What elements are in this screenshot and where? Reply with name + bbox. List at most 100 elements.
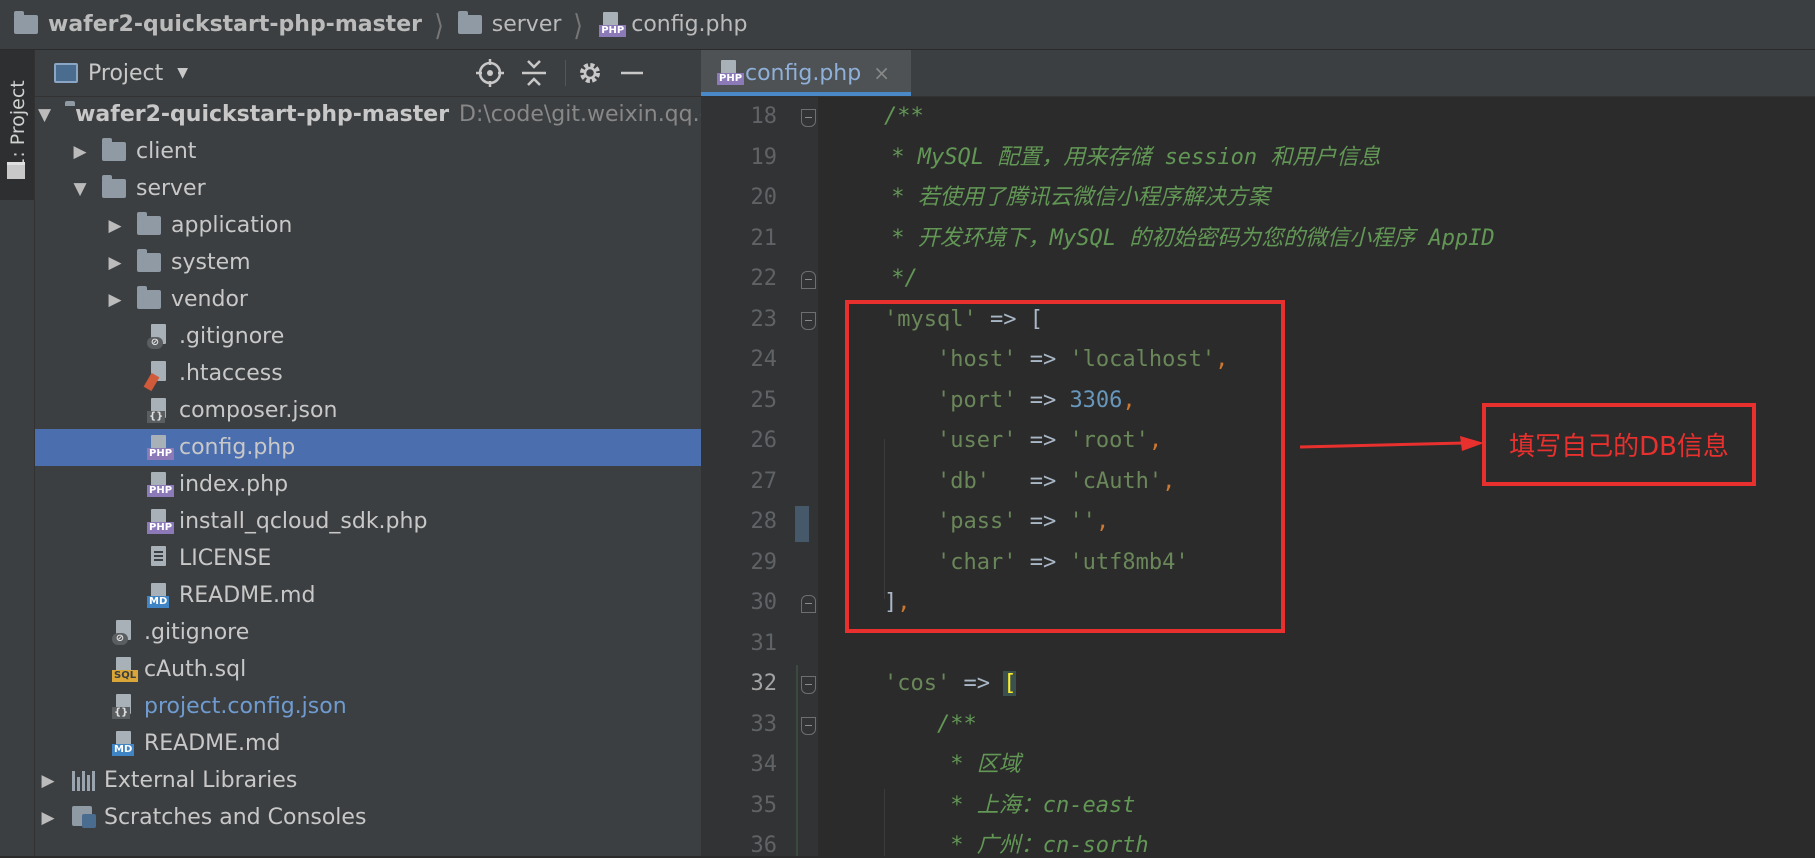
line-number: 23 — [750, 306, 778, 332]
highlight-box — [845, 300, 1285, 633]
tree-item-htaccess[interactable]: .htaccess — [35, 355, 701, 392]
tree-item-cauth-sql[interactable]: SQL cAuth.sql — [35, 651, 701, 688]
line-number: 22 — [750, 266, 778, 291]
tree-item-license[interactable]: LICENSE — [35, 540, 701, 577]
breadcrumb: wafer2-quickstart-php-master ❭ server ❭ … — [0, 0, 1815, 50]
htaccess-file-icon — [143, 360, 169, 391]
code-token: * 区域 — [884, 752, 1021, 777]
editor-tab-bar: PHP config.php × — [701, 50, 1815, 97]
callout-text: 填写自己的DB信息 — [1509, 432, 1729, 462]
breadcrumb-project[interactable]: wafer2-quickstart-php-master — [14, 0, 422, 49]
tool-window-strip: 1: Project — [0, 50, 35, 856]
chevron-right-icon[interactable]: ▶ — [105, 290, 125, 310]
chevron-right-icon[interactable]: ▶ — [38, 771, 58, 791]
line-number: 25 — [750, 387, 778, 413]
project-panel: Project ▼ ▼ wafer2-quickstart-php-master… — [35, 50, 712, 856]
line-number: 26 — [750, 428, 778, 453]
fold-marker-icon[interactable] — [801, 311, 816, 330]
breadcrumb-folder[interactable]: server — [457, 0, 561, 49]
code-line: * 上海：cn-east — [884, 786, 1135, 826]
tree-item-composer-json[interactable]: {} composer.json — [35, 392, 701, 429]
change-marker — [795, 506, 809, 542]
indent-marker — [796, 665, 798, 856]
chevron-right-icon[interactable]: ▶ — [105, 253, 125, 273]
folder-icon — [102, 175, 126, 198]
line-number: 30 — [750, 590, 778, 615]
code-token: /** — [884, 711, 977, 737]
line-number: 28 — [750, 509, 778, 534]
tree-item-gitignore[interactable]: ⊘ .gitignore — [35, 318, 701, 355]
fold-marker-icon[interactable] — [801, 271, 816, 289]
markdown-file-icon: MD — [112, 730, 135, 757]
fold-marker-icon[interactable] — [801, 676, 816, 694]
line-number: 21 — [750, 225, 778, 251]
chevron-right-icon[interactable]: ▶ — [105, 216, 125, 236]
chevron-right-icon[interactable]: ▶ — [70, 142, 90, 162]
tree-item-readme-md[interactable]: MD README.md — [35, 725, 701, 762]
tree-item-external-libraries[interactable]: ▶ External Libraries — [35, 762, 701, 799]
minimize-icon[interactable] — [617, 58, 647, 88]
fold-marker-icon[interactable] — [801, 716, 816, 735]
code-line: 'cos' => [ — [884, 664, 1017, 704]
toolbar-divider — [565, 60, 566, 86]
chevron-right-icon[interactable]: ▶ — [38, 808, 58, 828]
tool-tab-project[interactable]: 1: Project — [0, 50, 34, 200]
gitignore-file-icon: ⊘ — [147, 323, 169, 350]
project-view-icon — [54, 63, 78, 83]
collapse-all-icon[interactable] — [519, 58, 549, 88]
tree-item-install-qcloud-sdk-php[interactable]: PHP install_qcloud_sdk.php — [35, 503, 701, 540]
code-line: /** — [884, 705, 977, 745]
tree-item-project-config-json[interactable]: {} project.config.json — [35, 688, 701, 725]
line-number: 31 — [750, 630, 778, 656]
line-number: 24 — [750, 347, 778, 372]
chevron-down-icon[interactable]: ▼ — [38, 105, 51, 125]
tab-config-php[interactable]: PHP config.php × — [701, 50, 911, 96]
tree-item-root[interactable]: ▼ wafer2-quickstart-php-master D:\code\g… — [35, 96, 712, 133]
line-number: 29 — [750, 549, 778, 575]
breadcrumb-file[interactable]: PHP config.php — [597, 0, 747, 49]
tree-item-scratches-consoles[interactable]: ▶ Scratches and Consoles — [35, 799, 701, 836]
gear-icon[interactable] — [575, 58, 605, 88]
code-line: * 区域 — [884, 745, 1021, 785]
php-file-icon: PHP — [599, 11, 627, 38]
scratches-icon — [72, 805, 98, 830]
active-tab-indicator — [701, 92, 911, 96]
code-token: => — [950, 671, 1004, 696]
chevron-down-icon[interactable]: ▼ — [70, 179, 90, 199]
fold-marker-icon[interactable] — [801, 595, 816, 613]
line-number: 34 — [750, 752, 778, 777]
line-number: 27 — [750, 468, 778, 494]
json-file-icon: {} — [147, 397, 169, 424]
tree-item-server[interactable]: ▼ server — [35, 170, 701, 207]
tree-item-client[interactable]: ▶ client — [35, 133, 701, 170]
folder-icon — [137, 286, 161, 309]
tree-item-gitignore[interactable]: ⊘ .gitignore — [35, 614, 701, 651]
code-token: */ — [878, 266, 918, 291]
close-icon[interactable]: × — [873, 61, 890, 85]
line-number: 33 — [750, 711, 778, 737]
locate-icon[interactable] — [475, 58, 505, 88]
line-number: 18 — [750, 104, 778, 129]
code-token: [ — [1003, 671, 1017, 696]
chevron-down-icon[interactable]: ▼ — [177, 65, 188, 81]
tree-item-readme-md[interactable]: MD README.md — [35, 577, 701, 614]
tree-item-vendor[interactable]: ▶ vendor — [35, 281, 701, 318]
tree-item-application[interactable]: ▶ application — [35, 207, 701, 244]
markdown-file-icon: MD — [147, 582, 170, 609]
folder-icon — [7, 162, 25, 179]
gitignore-file-icon: ⊘ — [112, 619, 134, 646]
code-token: * 若使用了腾讯云微信小程序解决方案 — [878, 185, 1270, 210]
breadcrumb-separator: ❭ — [572, 9, 585, 40]
json-file-icon: {} — [112, 693, 134, 720]
tree-item-index-php[interactable]: PHP index.php — [35, 466, 701, 503]
tree-item-system[interactable]: ▶ system — [35, 244, 701, 281]
sql-file-icon: SQL — [112, 656, 139, 683]
folder-icon — [137, 212, 161, 235]
fold-marker-icon[interactable] — [801, 109, 816, 127]
tree-item-config-php[interactable]: PHP config.php — [35, 429, 701, 466]
folder-icon — [137, 249, 161, 272]
breadcrumb-separator: ❭ — [432, 9, 445, 40]
code-token: * MySQL 配置，用来存储 session 和用户信息 — [878, 144, 1381, 170]
line-number: 20 — [750, 185, 778, 210]
project-view-selector[interactable]: Project — [88, 61, 163, 86]
